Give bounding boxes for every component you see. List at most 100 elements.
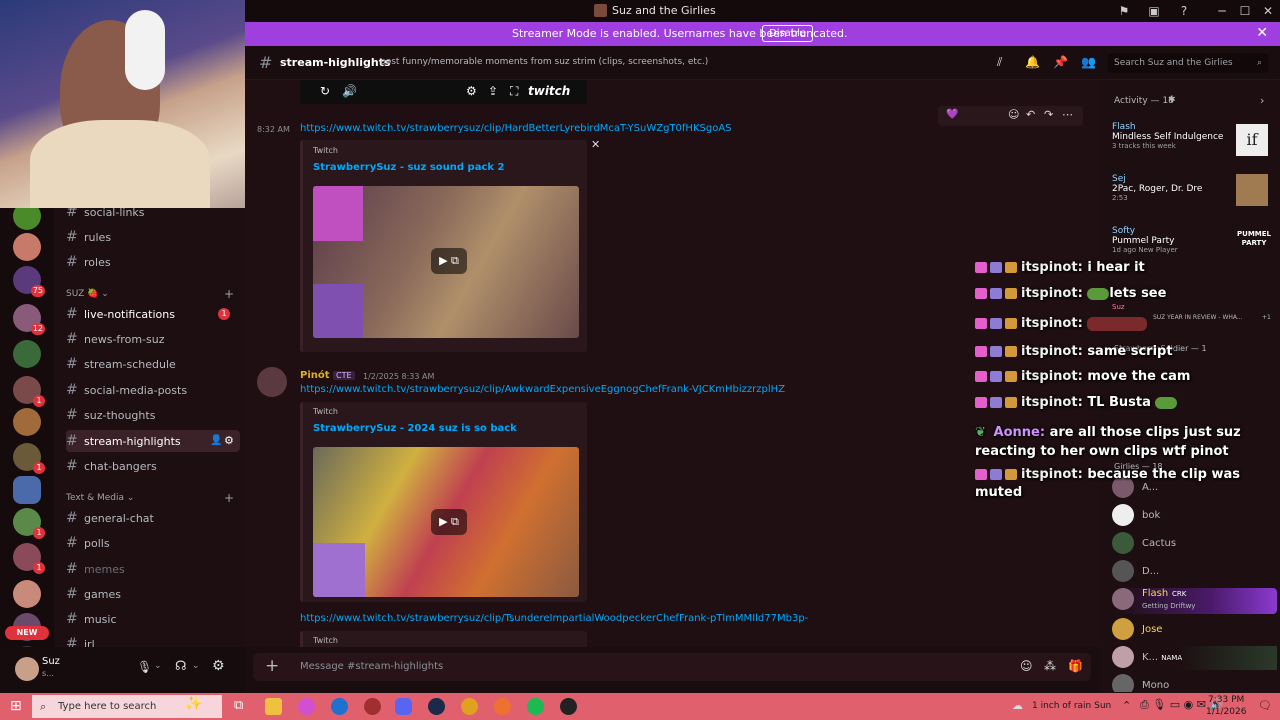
avatar[interactable] [15, 657, 39, 681]
search-input[interactable]: Search Suz and the Girlies ⌕ [1108, 53, 1268, 73]
chevron-down-icon[interactable]: ⌄ [192, 661, 200, 671]
channel-memes[interactable]: # memes [66, 558, 240, 580]
channel-music[interactable]: # music [66, 608, 240, 630]
volume-icon[interactable]: 🔊 [342, 84, 357, 98]
channel-stream-schedule[interactable]: # stream-schedule [66, 353, 240, 375]
steam-icon[interactable] [428, 698, 445, 715]
add-attachment-icon[interactable]: + [265, 656, 279, 676]
server-icon[interactable]: 1 [13, 543, 45, 574]
member-item[interactable]: Cactus [1112, 532, 1277, 556]
disable-button[interactable]: Disable [762, 25, 814, 42]
server-icon[interactable] [13, 476, 41, 504]
reply-icon[interactable]: ↶ [1026, 108, 1035, 121]
server-icon[interactable] [13, 233, 41, 261]
inbox-icon[interactable]: ⚑ [1116, 3, 1132, 19]
channel-polls[interactable]: # polls [66, 532, 240, 554]
share-icon[interactable]: ⇪ [488, 84, 498, 98]
task-view-icon[interactable]: ⧉ [234, 698, 243, 713]
more-icon[interactable]: ⋯ [1062, 108, 1073, 121]
threads-icon[interactable]: ⫽ [997, 55, 1002, 70]
activity-item[interactable]: Flash Mindless Self Indulgence 3 tracks … [1112, 122, 1223, 150]
gift-icon[interactable]: 🎁 [1068, 659, 1083, 673]
server-icon[interactable]: 1 [13, 508, 45, 539]
channel-general-chat[interactable]: # general-chat [66, 507, 240, 529]
emoji-icon[interactable]: ☺ [1008, 108, 1019, 121]
channel-rules[interactable]: # rules [66, 226, 240, 248]
server-icon[interactable] [13, 408, 41, 436]
close-banner-icon[interactable]: ✕ [1256, 25, 1268, 41]
channel-social-media-posts[interactable]: # social-media-posts [66, 379, 240, 401]
server-icon[interactable]: 1 [13, 443, 45, 474]
screen-icon[interactable]: ▣ [1146, 3, 1162, 19]
windows-start-icon[interactable]: ⊞ [10, 698, 22, 714]
activity-item[interactable]: Sej 2Pac, Roger, Dr. Dre 2:53 [1112, 174, 1202, 202]
member-item[interactable]: K... NAMA [1112, 646, 1277, 670]
member-item[interactable]: Mono [1112, 674, 1277, 692]
clip-thumbnail[interactable]: ▶ ⧉ [313, 186, 579, 338]
channel-stream-highlights[interactable]: # stream-highlights 👤 ⚙ [66, 430, 240, 452]
channel-news-from-suz[interactable]: # news-from-suz [66, 328, 240, 350]
channel-suz-thoughts[interactable]: # suz-thoughts [66, 404, 240, 426]
close-icon[interactable]: ✕ [591, 138, 600, 151]
fullscreen-icon[interactable]: ⛶ [510, 84, 518, 99]
add-channel-icon[interactable]: + [224, 491, 234, 505]
bell-icon[interactable]: 🔔 [1025, 55, 1040, 69]
settings-icon[interactable]: ⚙ [466, 84, 477, 98]
add-member-icon[interactable]: 👤 [210, 430, 222, 452]
member-item[interactable]: Jose [1112, 618, 1277, 642]
member-item[interactable]: Flash CRK Getting Driftwy [1112, 588, 1277, 614]
headphones-icon[interactable]: ☊ [175, 659, 187, 674]
message-link[interactable]: https://www.twitch.tv/strawberrysuz/clip… [300, 123, 732, 134]
chevron-right-icon[interactable]: › [1260, 94, 1264, 107]
avatar[interactable] [257, 367, 287, 397]
tray-chevron-icon[interactable]: ⌃ [1122, 699, 1131, 712]
embed-title[interactable]: StrawberrySuz - 2024 suz is so back [313, 423, 517, 434]
channel-games[interactable]: # games [66, 583, 240, 605]
channel-irl[interactable]: # irl [66, 633, 240, 647]
clock-time[interactable]: 7:33 PM [1208, 695, 1244, 705]
minimize-icon[interactable]: ─ [1214, 3, 1230, 19]
server-icon[interactable] [13, 580, 41, 608]
obs-icon[interactable] [560, 698, 577, 715]
app-icon[interactable] [298, 698, 315, 715]
notification-icon[interactable]: 🗨 [1258, 699, 1272, 712]
channel-roles[interactable]: # roles [66, 251, 240, 273]
message-composer[interactable]: + Message #stream-highlights ☺ ⁂ 🎁 [253, 653, 1091, 681]
emoji-icon[interactable]: ☺ [1020, 659, 1033, 673]
replay-icon[interactable]: ↻ [320, 84, 330, 98]
activity-item[interactable]: Softy Pummel Party 1d ago New Player [1112, 226, 1178, 254]
clip-thumbnail[interactable]: ▶ ⧉ [313, 447, 579, 597]
play-icon[interactable]: ▶ ⧉ [431, 509, 467, 535]
embed-title[interactable]: StrawberrySuz - suz sound pack 2 [313, 162, 504, 173]
message-link[interactable]: https://www.twitch.tv/strawberrysuz/clip… [300, 613, 808, 624]
firefox-icon[interactable] [494, 698, 511, 715]
server-icon[interactable]: 1 [13, 376, 45, 407]
app-icon[interactable] [331, 698, 348, 715]
discord-icon[interactable] [395, 698, 412, 715]
clock-date[interactable]: 1/1/2026 [1206, 707, 1246, 717]
channel-live-notifications[interactable]: # live-notifications 1 [66, 303, 240, 325]
category-text-media[interactable]: Text & Media ⌄ + [66, 491, 234, 505]
gear-icon[interactable]: ⚙ [224, 430, 234, 452]
message-link[interactable]: https://www.twitch.tv/strawberrysuz/clip… [300, 384, 785, 395]
pin-icon[interactable]: 📌 [1053, 55, 1068, 69]
spotify-icon[interactable] [527, 698, 544, 715]
chrome-icon[interactable] [461, 698, 478, 715]
settings-icon[interactable]: ⚙ [212, 658, 225, 674]
gear-icon[interactable]: ✱ [1168, 95, 1176, 105]
category-suz[interactable]: SUZ 🍓 ⌄ + [66, 287, 234, 301]
member-item[interactable]: D... [1112, 560, 1277, 584]
maximize-icon[interactable]: ☐ [1237, 3, 1253, 19]
chevron-down-icon[interactable]: ⌄ [154, 661, 162, 671]
server-icon[interactable] [13, 340, 41, 368]
microphone-icon[interactable]: 🎙 [137, 660, 152, 674]
file-explorer-icon[interactable] [265, 698, 282, 715]
help-icon[interactable]: ? [1176, 3, 1192, 19]
members-icon[interactable]: 👥 [1081, 55, 1096, 69]
server-icon[interactable]: 12 [13, 304, 45, 335]
forward-icon[interactable]: ↷ [1044, 108, 1053, 121]
weather-text[interactable]: 1 inch of rain Sun [1032, 701, 1111, 711]
close-window-icon[interactable]: ✕ [1260, 3, 1276, 19]
channel-chat-bangers[interactable]: # chat-bangers [66, 455, 240, 477]
server-icon[interactable]: 75 [13, 266, 45, 297]
